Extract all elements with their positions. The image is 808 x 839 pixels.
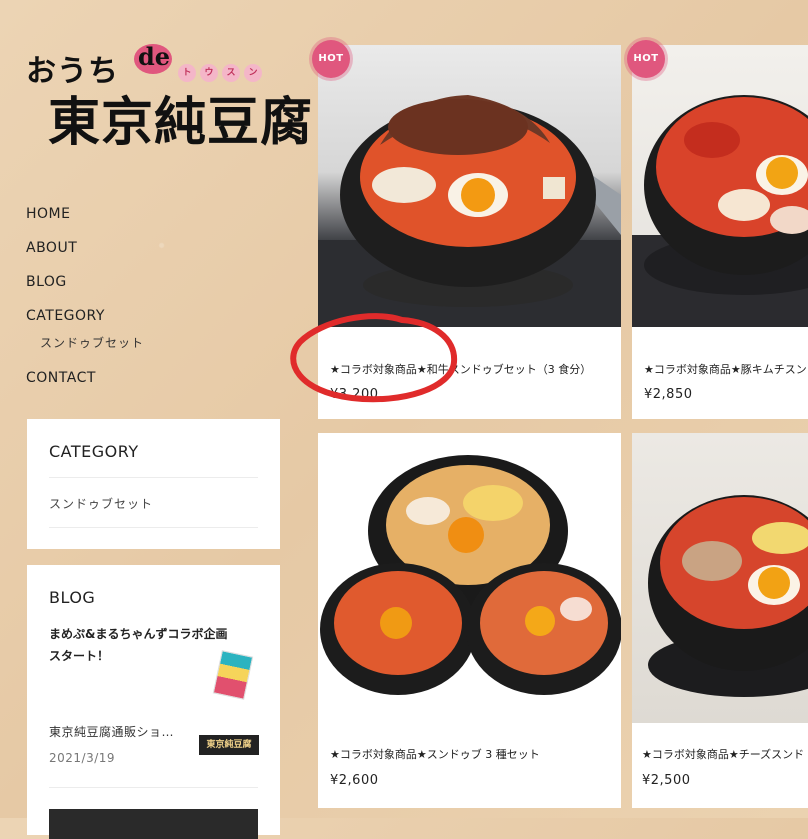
hot-badge: HOT xyxy=(312,40,350,78)
blog-post-date: 2021/3/19 xyxy=(49,751,116,765)
category-link-sundubu-set[interactable]: スンドゥブセット xyxy=(49,495,153,512)
product-price: ¥3,200 xyxy=(330,387,379,402)
product-image[interactable] xyxy=(318,45,621,327)
product-price: ¥2,500 xyxy=(642,773,691,788)
product-card[interactable]: ★コラボ対象商品★豚キムチスン ¥2,850 xyxy=(632,45,808,419)
main-nav: HOME ABOUT BLOG CATEGORY スンドゥブセット CONTAC… xyxy=(26,200,266,398)
nav-home[interactable]: HOME xyxy=(26,200,266,234)
nav-about[interactable]: ABOUT xyxy=(26,234,266,268)
product-name[interactable]: ★コラボ対象商品★チーズスンド xyxy=(642,746,804,762)
blog-post-title[interactable]: 東京純豆腐通販ショ… xyxy=(49,723,174,740)
hot-badge: HOT xyxy=(627,40,665,78)
blog-post-title[interactable]: まめぷ&まるちゃんずコラボ企画 スタート！ xyxy=(49,623,229,667)
nav-category[interactable]: CATEGORY xyxy=(26,302,266,336)
blog-post-title-line: スタート！ xyxy=(49,649,110,663)
product-card[interactable]: ★コラボ対象商品★和牛スンドゥブセット（3 食分） ¥3,200 xyxy=(318,45,621,419)
product-image[interactable] xyxy=(632,433,808,723)
product-price: ¥2,600 xyxy=(330,773,379,788)
logo-line2: 東京純豆腐 xyxy=(48,92,314,153)
nav-blog[interactable]: BLOG xyxy=(26,268,266,302)
product-name[interactable]: ★コラボ対象商品★スンドゥブ 3 種セット xyxy=(330,746,540,762)
nav-sub-sundubu-set[interactable]: スンドゥブセット xyxy=(26,332,266,364)
product-card[interactable]: ★コラボ対象商品★チーズスンド ¥2,500 xyxy=(632,433,808,808)
blog-more-button[interactable] xyxy=(49,809,258,839)
category-widget: CATEGORY スンドゥブセット xyxy=(27,419,280,549)
logo-de-text: de xyxy=(138,42,171,71)
category-widget-title: CATEGORY xyxy=(49,442,139,461)
stew-pot-illustration xyxy=(648,495,808,697)
stew-pot-illustration xyxy=(318,95,621,327)
blog-widget-title: BLOG xyxy=(49,588,96,607)
stew-pot-illustration xyxy=(320,455,621,695)
product-image[interactable] xyxy=(632,45,808,327)
blog-post-thumbnail[interactable]: 東京純豆腐 xyxy=(199,735,259,755)
divider xyxy=(49,787,258,788)
nav-contact[interactable]: CONTACT xyxy=(26,364,266,398)
product-card[interactable]: ★コラボ対象商品★スンドゥブ 3 種セット ¥2,600 xyxy=(318,433,621,808)
stew-pot-illustration xyxy=(632,95,808,327)
product-image[interactable] xyxy=(318,433,621,723)
product-name[interactable]: ★コラボ対象商品★和牛スンドゥブセット（3 食分） xyxy=(330,361,591,377)
site-logo[interactable]: おうち de ト ウ ス ン 東京純豆腐 xyxy=(26,40,312,153)
divider xyxy=(49,477,258,478)
product-price: ¥2,850 xyxy=(644,387,693,402)
divider xyxy=(49,527,258,528)
product-name[interactable]: ★コラボ対象商品★豚キムチスン xyxy=(644,361,807,377)
blog-post-title-line: まめぷ&まるちゃんずコラボ企画 xyxy=(49,627,228,641)
blog-widget: BLOG まめぷ&まるちゃんずコラボ企画 スタート！ 東京純豆腐通販ショ… 20… xyxy=(27,565,280,839)
